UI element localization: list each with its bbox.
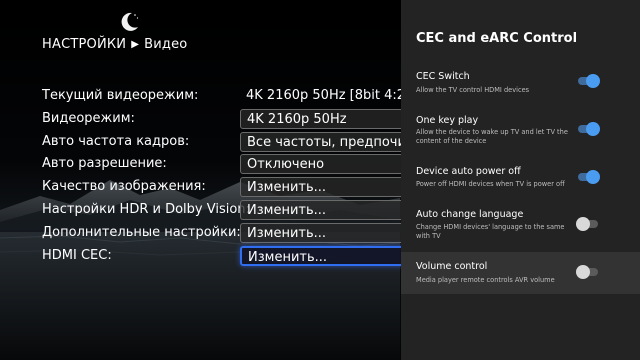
setting-label: Текущий видеорежим: <box>42 88 199 103</box>
item-title: CEC Switch <box>416 71 470 82</box>
setting-label: HDMI CEC: <box>42 248 112 263</box>
setting-label: Качество изображения: <box>42 179 206 194</box>
moon-logo-icon <box>121 12 139 31</box>
toggle-knob <box>576 265 590 279</box>
cec-switch-item[interactable]: CEC Switch Allow the TV control HDMI dev… <box>401 62 640 104</box>
breadcrumb-page: Видео <box>144 36 188 52</box>
one-key-play-item[interactable]: One key play Allow the device to wake up… <box>401 106 640 154</box>
setting-row-current-mode: Текущий видеорежим: 4K 2160p 50Hz [8bit … <box>42 86 442 106</box>
device-auto-power-off-toggle[interactable] <box>576 170 600 184</box>
setting-row-hdr-dolby[interactable]: Настройки HDR и Dolby Vision: Изменить..… <box>42 200 442 220</box>
toggle-knob <box>586 170 600 184</box>
item-title: Auto change language <box>416 209 524 220</box>
toggle-knob <box>586 122 600 136</box>
item-description: Allow the TV control HDMI devices <box>416 86 530 94</box>
breadcrumb-section: НАСТРОЙКИ <box>42 36 127 52</box>
auto-change-language-item[interactable]: Auto change language Change HDMI devices… <box>401 200 640 250</box>
item-description: Power off HDMI devices when TV is power … <box>416 180 565 188</box>
item-description: Allow the device to wake up TV and let T… <box>416 128 568 145</box>
toggle-knob <box>586 74 600 88</box>
setting-row-auto-resolution[interactable]: Авто разрешение: Отключено <box>42 154 442 174</box>
setting-label: Видеорежим: <box>42 111 135 126</box>
setting-row-image-quality[interactable]: Качество изображения: Изменить... <box>42 177 442 197</box>
setting-label: Авто разрешение: <box>42 156 167 171</box>
setting-row-hdmi-cec[interactable]: HDMI CEC: Изменить... <box>42 246 442 266</box>
volume-control-item[interactable]: Volume control Media player remote contr… <box>401 252 640 294</box>
item-description: Change HDMI devices' language to the sam… <box>416 223 565 240</box>
volume-control-toggle[interactable] <box>576 265 600 279</box>
breadcrumb-arrow-icon: ▶ <box>131 38 140 50</box>
item-title: One key play <box>416 115 479 126</box>
item-title: Volume control <box>416 261 488 272</box>
item-title: Device auto power off <box>416 166 521 177</box>
auto-change-language-toggle[interactable] <box>576 217 600 231</box>
device-auto-power-off-item[interactable]: Device auto power off Power off HDMI dev… <box>401 156 640 198</box>
setting-row-auto-framerate[interactable]: Авто частота кадров: Все частоты, предпо… <box>42 132 442 152</box>
setting-label: Авто частота кадров: <box>42 134 190 149</box>
panel-title: CEC and eARC Control <box>416 31 578 46</box>
setting-row-advanced[interactable]: Дополнительные настройки: Изменить... <box>42 223 442 243</box>
one-key-play-toggle[interactable] <box>576 122 600 136</box>
cec-earc-panel: CEC and eARC Control CEC Switch Allow th… <box>401 0 640 360</box>
setting-label: Дополнительные настройки: <box>42 225 241 240</box>
cec-switch-toggle[interactable] <box>576 74 600 88</box>
toggle-knob <box>576 217 590 231</box>
breadcrumb: НАСТРОЙКИ ▶ Видео <box>42 36 187 52</box>
item-description: Media player remote controls AVR volume <box>416 276 555 284</box>
setting-label: Настройки HDR и Dolby Vision: <box>42 202 250 217</box>
setting-row-video-mode[interactable]: Видеорежим: 4K 2160p 50Hz <box>42 109 442 129</box>
